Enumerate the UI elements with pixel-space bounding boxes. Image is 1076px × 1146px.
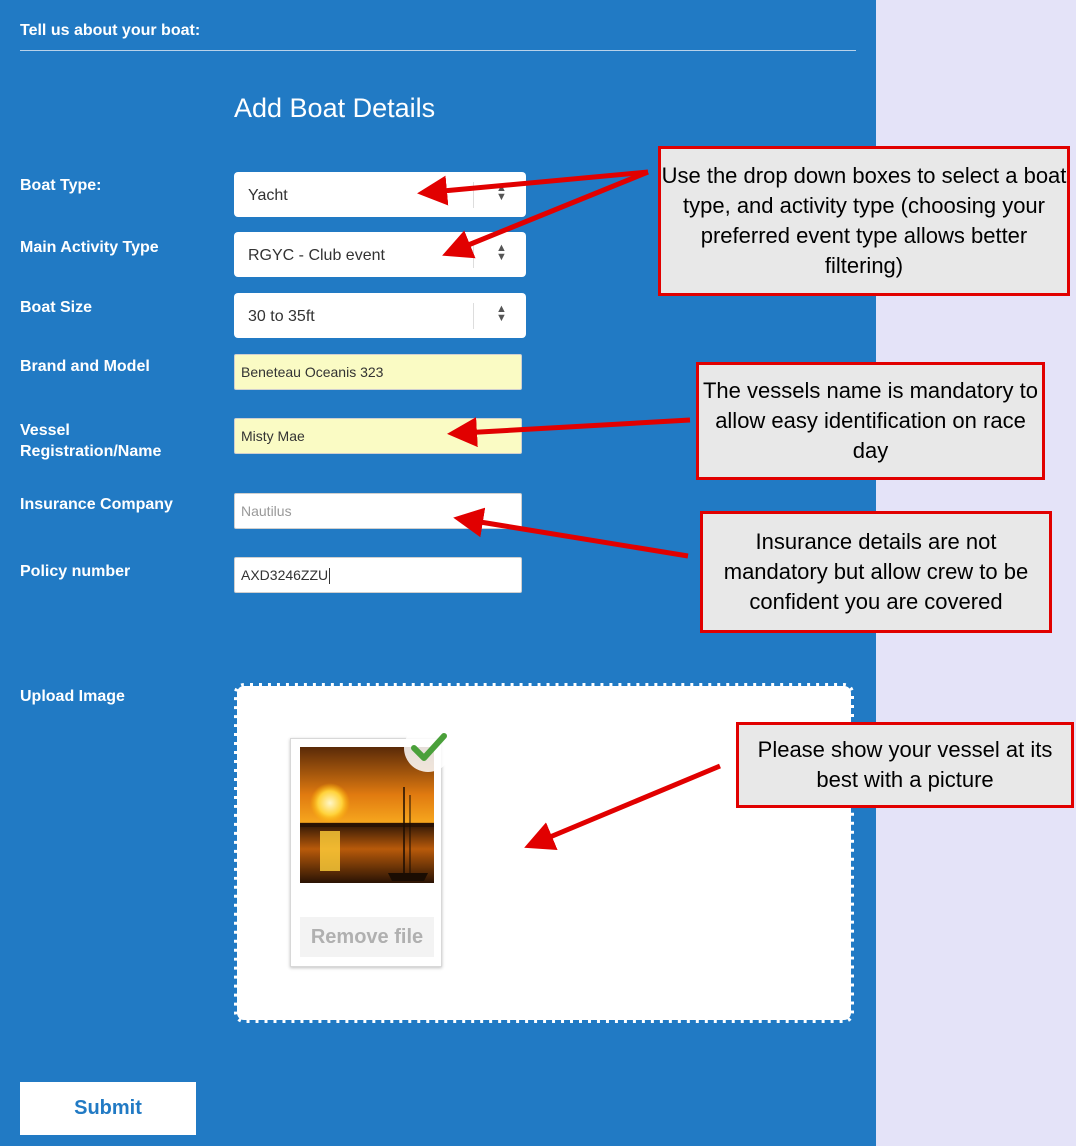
boat-type-label: Boat Type:	[20, 177, 102, 194]
boat-type-select[interactable]: Yacht ▲ ▼	[234, 172, 526, 217]
vessel-label-line1: Vessel	[20, 422, 70, 439]
policy-input[interactable]: AXD3246ZZU	[234, 557, 522, 593]
select-arrows-icon: ▲ ▼	[496, 303, 507, 324]
brand-model-label: Brand and Model	[20, 358, 150, 375]
insurance-input[interactable]: Nautilus	[234, 493, 522, 529]
select-divider	[473, 242, 474, 268]
upload-success-check-icon	[404, 724, 452, 772]
select-divider	[473, 303, 474, 329]
select-divider	[473, 182, 474, 208]
policy-value: AXD3246ZZU	[241, 567, 329, 583]
brand-model-input[interactable]: Beneteau Oceanis 323	[234, 354, 522, 390]
callout-picture: Please show your vessel at its best with…	[736, 722, 1074, 808]
callout-dropdowns: Use the drop down boxes to select a boat…	[658, 146, 1070, 296]
boat-size-select[interactable]: 30 to 35ft ▲ ▼	[234, 293, 526, 338]
submit-button[interactable]: Submit	[20, 1082, 196, 1135]
select-arrows-icon: ▲ ▼	[496, 182, 507, 203]
boat-size-label: Boat Size	[20, 299, 93, 316]
activity-type-label: Main Activity Type	[20, 239, 159, 256]
callout-vessel-name: The vessels name is mandatory to allow e…	[696, 362, 1045, 480]
remove-file-button[interactable]: Remove file	[300, 917, 434, 957]
insurance-label: Insurance Company	[20, 496, 173, 513]
activity-type-select[interactable]: RGYC - Club event ▲ ▼	[234, 232, 526, 277]
activity-type-value: RGYC - Club event	[248, 247, 385, 264]
upload-label: Upload Image	[20, 688, 125, 705]
form-title: Add Boat Details	[234, 93, 436, 123]
select-arrows-icon: ▲ ▼	[496, 242, 507, 263]
callout-insurance: Insurance details are not mandatory but …	[700, 511, 1052, 633]
boat-size-value: 30 to 35ft	[248, 308, 315, 325]
vessel-label-line2: Registration/Name	[20, 443, 162, 460]
header-divider	[20, 50, 856, 51]
policy-label: Policy number	[20, 563, 131, 580]
vessel-name-input[interactable]: Misty Mae	[234, 418, 522, 454]
vessel-name-label: Vessel Registration/Name	[20, 420, 161, 462]
boat-type-value: Yacht	[248, 187, 288, 204]
text-caret	[329, 568, 331, 585]
section-heading: Tell us about your boat:	[20, 22, 201, 39]
